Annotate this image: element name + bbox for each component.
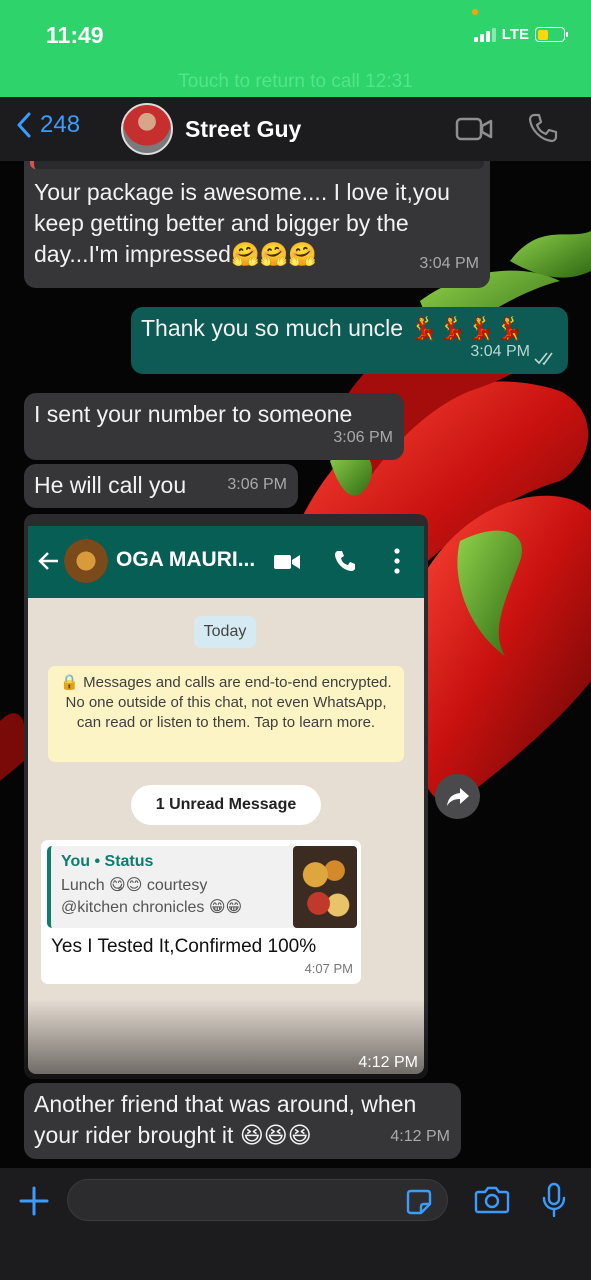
video-icon [274,555,300,569]
unread-chats-count: 248 [40,111,81,138]
chat-messages[interactable]: Your package is awesome.... I love it,yo… [0,161,591,1168]
message-text: Your package is awesome.... I love it,yo… [34,179,450,267]
signal-icon [473,27,496,42]
message-bubble-incoming[interactable]: Another friend that was around, when you… [24,1083,461,1159]
read-receipt-icon [534,352,553,365]
shot-reply-time: 4:07 PM [304,961,353,976]
quote-text: Lunch 😋😊 courtesy @kitchen chronicles 😁😁 [61,877,243,916]
encryption-notice: 🔒 Messages and calls are end-to-end encr… [48,666,404,762]
status-indicators: LTE [473,26,568,43]
phone-icon[interactable] [527,112,559,144]
chat-header: 248 Street Guy [0,97,591,161]
message-bubble-incoming[interactable]: I sent your number to someone 3:06 PM [24,393,404,460]
network-label: LTE [501,26,529,43]
status-quote: You • Status Lunch 😋😊 courtesy @kitchen … [47,846,357,928]
shot-whatsapp-header: OGA MAURI... [28,526,424,598]
camera-icon[interactable] [474,1185,510,1215]
message-time: 3:06 PM [333,429,393,446]
shot-reply-text: Yes I Tested It,Confirmed 100% [51,936,317,957]
return-to-call-banner[interactable]: Touch to return to call 12:31 [0,71,591,93]
shot-message-bubble: You • Status Lunch 😋😊 courtesy @kitchen … [41,840,361,984]
message-time: 3:04 PM [419,255,479,272]
message-time: 4:12 PM [358,1054,418,1071]
arrow-left-icon [38,552,58,570]
message-bubble-incoming[interactable]: Your package is awesome.... I love it,yo… [24,161,490,288]
sticker-icon[interactable] [406,1189,432,1215]
mic-icon[interactable] [542,1182,566,1218]
status-bar: 11:49 LTE Touch to return to call 12:31 [0,0,591,97]
share-icon [447,788,469,806]
message-composer [0,1168,591,1280]
message-text: Thank you so much uncle 💃💃💃💃 [141,315,525,341]
message-text: I sent your number to someone [34,401,353,427]
message-input[interactable] [67,1179,448,1221]
plus-icon[interactable] [18,1185,50,1217]
shot-avatar [64,539,108,583]
quoted-reply[interactable] [30,161,484,169]
unread-banner: 1 Unread Message [131,785,321,825]
status-thumbnail [293,846,357,928]
message-time: 3:04 PM [470,343,530,360]
message-time: 4:12 PM [390,1128,450,1145]
phone-icon [335,551,355,571]
message-time: 3:06 PM [227,476,287,493]
date-chip: Today [194,616,256,648]
video-icon[interactable] [455,116,493,142]
more-options-icon [394,548,400,574]
avatar[interactable] [121,103,173,155]
back-button[interactable]: 248 [16,111,80,139]
shot-chat-title: OGA MAURI... [116,548,256,571]
mic-in-use-indicator [472,9,478,15]
image-message[interactable]: OGA MAURI... Today 🔒 Messages and calls … [24,514,428,1079]
contact-name[interactable]: Street Guy [185,116,301,143]
battery-icon [535,27,568,42]
quote-author: You • Status [61,853,154,870]
status-time: 11:49 [46,22,104,48]
message-bubble-outgoing[interactable]: Thank you so much uncle 💃💃💃💃 3:04 PM [131,307,568,374]
message-bubble-incoming[interactable]: He will call you 3:06 PM [24,464,298,508]
chevron-left-icon [17,112,31,138]
forward-button[interactable] [435,774,480,819]
message-text: He will call you [34,472,187,498]
